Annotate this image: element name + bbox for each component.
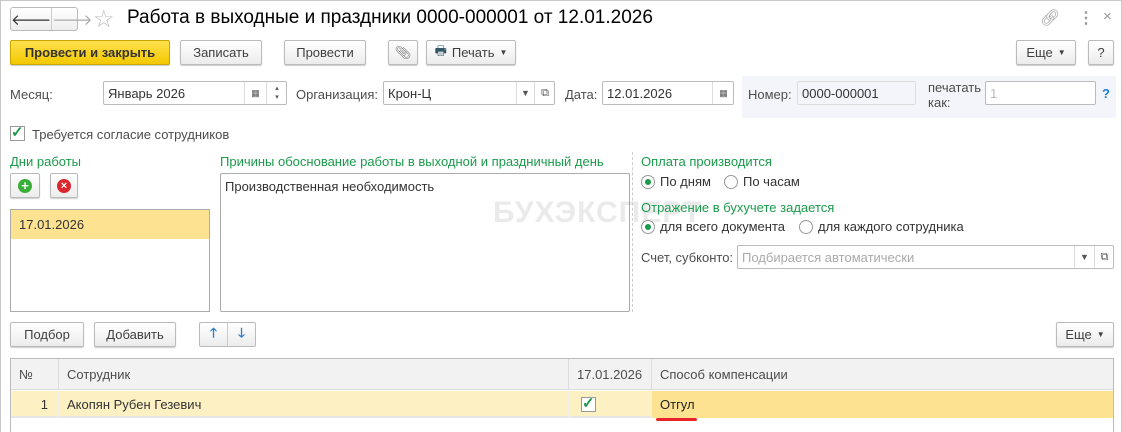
row-number: 1 <box>11 391 59 418</box>
radio-accounting-document[interactable]: для всего документа <box>641 219 785 234</box>
chevron-down-icon: ▼ <box>1057 48 1066 57</box>
add-button[interactable]: Добавить <box>94 322 176 347</box>
compensation-value: Отгул <box>660 397 695 412</box>
account-input[interactable]: Подбирается автоматически ▼ ⧉ <box>737 245 1114 269</box>
print-as-label: печатать как: <box>928 80 981 110</box>
chevron-down-icon: ▼ <box>499 48 508 57</box>
reasons-text: Производственная необходимость <box>225 179 435 194</box>
radio-circle <box>641 219 655 234</box>
column-header-number[interactable]: № <box>11 359 59 390</box>
account-label: Счет, субконто: <box>641 250 734 265</box>
more-label: Еще <box>1026 45 1053 60</box>
radio-payment-days[interactable]: По дням <box>641 174 711 189</box>
calendar-icon[interactable]: ▦ <box>244 82 266 104</box>
radio-payment-hours[interactable]: По часам <box>724 174 800 189</box>
paperclip-icon: 📎︎ <box>394 44 412 60</box>
radio-label: По часам <box>743 174 800 189</box>
open-icon[interactable]: ⧉ <box>534 82 555 104</box>
attach-button[interactable]: 📎︎ <box>388 40 418 65</box>
dropdown-icon[interactable]: ▼ <box>1074 246 1094 268</box>
favorite-star-icon[interactable]: ☆ <box>93 5 115 34</box>
delete-circle-icon: × <box>57 178 71 193</box>
consent-label: Требуется согласие сотрудников <box>32 127 230 142</box>
move-down-button[interactable]: 🡓 <box>228 323 255 346</box>
date-label: Дата: <box>565 87 598 102</box>
row-employee[interactable]: Акопян Рубен Гезевич <box>59 391 569 418</box>
calendar-icon[interactable]: ▦ <box>712 82 734 104</box>
account-placeholder: Подбирается автоматически <box>742 249 915 265</box>
employees-table: № Сотрудник 17.01.2026 Способ компенсаци… <box>10 358 1114 432</box>
radio-label: для всего документа <box>660 219 785 234</box>
open-icon[interactable]: ⧉ <box>1094 246 1114 268</box>
table-row[interactable]: 1 Акопян Рубен Гезевич ✓ Отгул <box>11 391 1113 418</box>
print-as-placeholder: 1 <box>990 85 998 101</box>
organization-input[interactable]: Крон-Ц ▼ ⧉ <box>383 81 555 105</box>
reasons-textarea[interactable]: Производственная необходимость <box>220 173 630 312</box>
reasons-label: Причины обоснование работы в выходной и … <box>220 154 604 169</box>
delete-day-button[interactable]: × <box>50 173 78 198</box>
print-as-help-link[interactable]: ? <box>1102 86 1110 101</box>
month-value: Январь 2026 <box>108 85 186 101</box>
organization-label: Организация: <box>296 87 379 102</box>
save-button[interactable]: Записать <box>180 40 262 65</box>
print-button[interactable]: 🖶 Печать ▼ <box>426 40 516 65</box>
radio-accounting-employee[interactable]: для каждого сотрудника <box>799 219 964 234</box>
consent-checkbox[interactable]: ✓ <box>10 125 25 141</box>
payment-label: Оплата производится <box>641 154 772 169</box>
date-value: 12.01.2026 <box>607 85 673 101</box>
more-label: Еще <box>1065 327 1092 342</box>
radio-circle <box>799 219 813 234</box>
organization-value: Крон-Ц <box>388 85 432 101</box>
more-actions-icon[interactable]: ⋮ <box>1078 8 1094 28</box>
radio-circle <box>641 174 655 189</box>
add-day-button[interactable]: + <box>10 173 40 198</box>
highlight-underline <box>656 418 697 421</box>
column-header-compensation[interactable]: Способ компенсации <box>652 359 1113 390</box>
close-icon[interactable]: × <box>1103 8 1112 25</box>
accounting-label: Отражение в бухучете задается <box>641 200 835 215</box>
work-day-date: 17.01.2026 <box>19 217 85 232</box>
dropdown-icon[interactable]: ▼ <box>516 82 534 104</box>
chevron-down-icon: ▼ <box>1096 330 1105 339</box>
number-input: 0000-000001 <box>797 81 916 105</box>
print-as-label-line2: как: <box>928 95 951 110</box>
print-as-input[interactable]: 1 <box>985 81 1096 105</box>
radio-label: для каждого сотрудника <box>818 219 964 234</box>
post-button[interactable]: Провести <box>284 40 366 65</box>
move-up-button[interactable]: 🡑 <box>200 323 228 346</box>
month-label: Месяц: <box>10 87 53 102</box>
back-button[interactable]: 🡐 <box>11 8 53 30</box>
printer-icon: 🖶 <box>434 42 447 58</box>
window-title: Работа в выходные и праздники 0000-00000… <box>127 7 653 28</box>
row-compensation[interactable]: Отгул <box>652 391 1113 418</box>
list-item[interactable]: 17.01.2026 <box>11 210 209 239</box>
print-as-label-line1: печатать <box>928 80 982 95</box>
table-more-button[interactable]: Еще ▼ <box>1056 322 1114 347</box>
column-header-employee[interactable]: Сотрудник <box>59 359 569 390</box>
plus-circle-icon: + <box>18 178 32 193</box>
work-days-label: Дни работы <box>10 154 82 169</box>
nav-buttons: 🡐 🡒 <box>10 7 92 31</box>
move-buttons: 🡑 🡓 <box>199 322 256 347</box>
more-button[interactable]: Еще ▼ <box>1016 40 1076 65</box>
row-day-checkbox[interactable]: ✓ <box>581 396 596 412</box>
number-value: 0000-000001 <box>802 85 879 101</box>
help-button[interactable]: ? <box>1088 40 1114 65</box>
number-label: Номер: <box>748 87 792 102</box>
month-spinner[interactable]: ▴ ▾ <box>266 82 287 104</box>
section-divider <box>632 152 633 312</box>
date-input[interactable]: 12.01.2026 ▦ <box>602 81 734 105</box>
pick-button[interactable]: Подбор <box>10 322 84 347</box>
radio-circle <box>724 174 738 189</box>
table-header: № Сотрудник 17.01.2026 Способ компенсаци… <box>11 359 1113 390</box>
forward-button[interactable]: 🡒 <box>52 8 92 30</box>
post-and-close-button[interactable]: Провести и закрыть <box>10 40 170 65</box>
link-icon[interactable]: 🔗︎ <box>1040 8 1060 28</box>
column-header-date[interactable]: 17.01.2026 <box>569 359 652 390</box>
print-label: Печать <box>451 45 495 60</box>
radio-label: По дням <box>660 174 711 189</box>
row-day-checkbox-cell[interactable]: ✓ <box>569 391 652 418</box>
work-days-list: 17.01.2026 <box>10 209 210 312</box>
month-input[interactable]: Январь 2026 ▦ ▴ ▾ <box>103 81 287 105</box>
